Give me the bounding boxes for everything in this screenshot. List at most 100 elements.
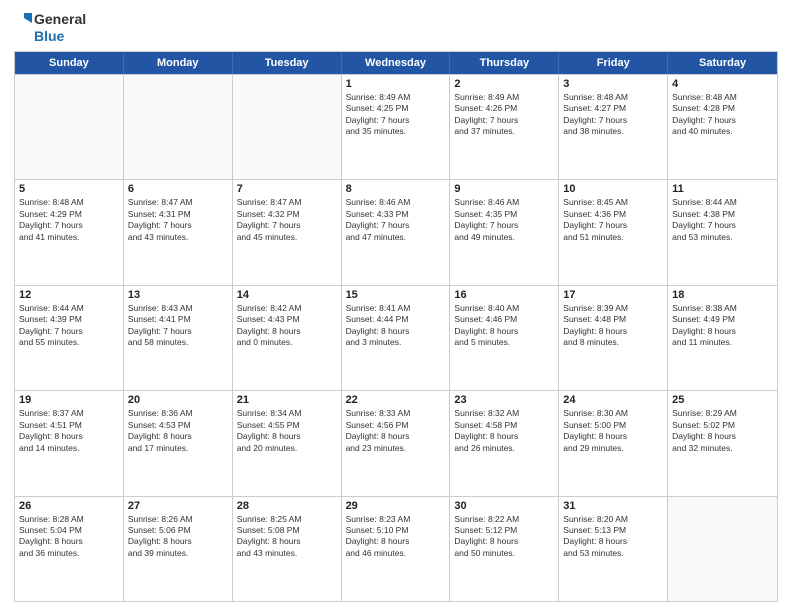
cal-cell-day: 16 Sunrise: 8:40 AM Sunset: 4:46 PM Dayli…: [450, 286, 559, 390]
cal-week-row: 26 Sunrise: 8:28 AM Sunset: 5:04 PM Dayli…: [15, 496, 777, 601]
cell-daylight-text: Sunrise: 8:40 AM Sunset: 4:46 PM Dayligh…: [454, 303, 554, 349]
day-number: 8: [346, 183, 446, 195]
header: General Blue: [14, 10, 778, 45]
cal-header-cell: Wednesday: [342, 52, 451, 74]
cal-cell-day: 26 Sunrise: 8:28 AM Sunset: 5:04 PM Dayli…: [15, 497, 124, 601]
day-number: 18: [672, 289, 773, 301]
cal-cell-day: 22 Sunrise: 8:33 AM Sunset: 4:56 PM Dayli…: [342, 391, 451, 495]
day-number: 16: [454, 289, 554, 301]
cal-cell-day: 13 Sunrise: 8:43 AM Sunset: 4:41 PM Dayli…: [124, 286, 233, 390]
day-number: 17: [563, 289, 663, 301]
cell-daylight-text: Sunrise: 8:47 AM Sunset: 4:31 PM Dayligh…: [128, 197, 228, 243]
day-number: 27: [128, 500, 228, 512]
day-number: 4: [672, 78, 773, 90]
cal-cell-day: 14 Sunrise: 8:42 AM Sunset: 4:43 PM Dayli…: [233, 286, 342, 390]
cell-daylight-text: Sunrise: 8:34 AM Sunset: 4:55 PM Dayligh…: [237, 408, 337, 454]
day-number: 23: [454, 394, 554, 406]
cal-cell-day: 11 Sunrise: 8:44 AM Sunset: 4:38 PM Dayli…: [668, 180, 777, 284]
cell-daylight-text: Sunrise: 8:48 AM Sunset: 4:29 PM Dayligh…: [19, 197, 119, 243]
cal-week-row: 5 Sunrise: 8:48 AM Sunset: 4:29 PM Daylig…: [15, 179, 777, 284]
cell-daylight-text: Sunrise: 8:48 AM Sunset: 4:28 PM Dayligh…: [672, 92, 773, 138]
cal-cell-day: 17 Sunrise: 8:39 AM Sunset: 4:48 PM Dayli…: [559, 286, 668, 390]
day-number: 29: [346, 500, 446, 512]
cal-cell-day: 28Sunrise: 8:25 AM Sunset: 5:08 PM Dayli…: [233, 497, 342, 601]
cell-daylight-text: Sunrise: 8:36 AM Sunset: 4:53 PM Dayligh…: [128, 408, 228, 454]
cal-cell-day: 31 Sunrise: 8:20 AM Sunset: 5:13 PM Dayli…: [559, 497, 668, 601]
cal-cell-day: 27 Sunrise: 8:26 AM Sunset: 5:06 PM Dayli…: [124, 497, 233, 601]
day-number: 22: [346, 394, 446, 406]
cell-daylight-text: Sunrise: 8:38 AM Sunset: 4:49 PM Dayligh…: [672, 303, 773, 349]
cell-daylight-text: Sunrise: 8:45 AM Sunset: 4:36 PM Dayligh…: [563, 197, 663, 243]
day-number: 30: [454, 500, 554, 512]
day-number: 2: [454, 78, 554, 90]
cal-cell-day: 5 Sunrise: 8:48 AM Sunset: 4:29 PM Daylig…: [15, 180, 124, 284]
cell-daylight-text: Sunrise: 8:26 AM Sunset: 5:06 PM Dayligh…: [128, 514, 228, 560]
cal-cell-day: 12 Sunrise: 8:44 AM Sunset: 4:39 PM Dayli…: [15, 286, 124, 390]
cal-cell-day: 8Sunrise: 8:46 AM Sunset: 4:33 PM Daylig…: [342, 180, 451, 284]
cal-week-row: 1Sunrise: 8:49 AM Sunset: 4:25 PM Daylig…: [15, 74, 777, 179]
cal-cell-empty: [668, 497, 777, 601]
cell-daylight-text: Sunrise: 8:32 AM Sunset: 4:58 PM Dayligh…: [454, 408, 554, 454]
calendar-body: 1Sunrise: 8:49 AM Sunset: 4:25 PM Daylig…: [15, 74, 777, 601]
cal-cell-day: 23 Sunrise: 8:32 AM Sunset: 4:58 PM Dayli…: [450, 391, 559, 495]
cell-daylight-text: Sunrise: 8:30 AM Sunset: 5:00 PM Dayligh…: [563, 408, 663, 454]
cell-daylight-text: Sunrise: 8:29 AM Sunset: 5:02 PM Dayligh…: [672, 408, 773, 454]
cal-week-row: 19 Sunrise: 8:37 AM Sunset: 4:51 PM Dayli…: [15, 390, 777, 495]
cal-header-cell: Thursday: [450, 52, 559, 74]
cell-daylight-text: Sunrise: 8:22 AM Sunset: 5:12 PM Dayligh…: [454, 514, 554, 560]
cell-daylight-text: Sunrise: 8:39 AM Sunset: 4:48 PM Dayligh…: [563, 303, 663, 349]
cell-daylight-text: Sunrise: 8:23 AM Sunset: 5:10 PM Dayligh…: [346, 514, 446, 560]
logo-general-text: General: [34, 11, 86, 28]
cell-daylight-text: Sunrise: 8:47 AM Sunset: 4:32 PM Dayligh…: [237, 197, 337, 243]
cell-daylight-text: Sunrise: 8:20 AM Sunset: 5:13 PM Dayligh…: [563, 514, 663, 560]
cell-daylight-text: Sunrise: 8:43 AM Sunset: 4:41 PM Dayligh…: [128, 303, 228, 349]
calendar-header-row: SundayMondayTuesdayWednesdayThursdayFrid…: [15, 52, 777, 74]
cal-week-row: 12 Sunrise: 8:44 AM Sunset: 4:39 PM Dayli…: [15, 285, 777, 390]
cal-cell-day: 15Sunrise: 8:41 AM Sunset: 4:44 PM Dayli…: [342, 286, 451, 390]
day-number: 24: [563, 394, 663, 406]
cal-cell-day: 30 Sunrise: 8:22 AM Sunset: 5:12 PM Dayli…: [450, 497, 559, 601]
logo-line1: General: [14, 10, 86, 28]
calendar: SundayMondayTuesdayWednesdayThursdayFrid…: [14, 51, 778, 602]
day-number: 28: [237, 500, 337, 512]
cal-cell-day: 19 Sunrise: 8:37 AM Sunset: 4:51 PM Dayli…: [15, 391, 124, 495]
cal-cell-day: 10 Sunrise: 8:45 AM Sunset: 4:36 PM Dayli…: [559, 180, 668, 284]
cell-daylight-text: Sunrise: 8:42 AM Sunset: 4:43 PM Dayligh…: [237, 303, 337, 349]
day-number: 26: [19, 500, 119, 512]
cal-cell-empty: [124, 75, 233, 179]
cal-cell-day: 25 Sunrise: 8:29 AM Sunset: 5:02 PM Dayli…: [668, 391, 777, 495]
day-number: 14: [237, 289, 337, 301]
cal-header-cell: Friday: [559, 52, 668, 74]
logo-blue-text: Blue: [34, 28, 64, 45]
cal-cell-empty: [15, 75, 124, 179]
cal-cell-day: 29 Sunrise: 8:23 AM Sunset: 5:10 PM Dayli…: [342, 497, 451, 601]
day-number: 6: [128, 183, 228, 195]
cell-daylight-text: Sunrise: 8:44 AM Sunset: 4:39 PM Dayligh…: [19, 303, 119, 349]
cell-daylight-text: Sunrise: 8:28 AM Sunset: 5:04 PM Dayligh…: [19, 514, 119, 560]
day-number: 31: [563, 500, 663, 512]
cal-header-cell: Tuesday: [233, 52, 342, 74]
day-number: 21: [237, 394, 337, 406]
cell-daylight-text: Sunrise: 8:49 AM Sunset: 4:26 PM Dayligh…: [454, 92, 554, 138]
cell-daylight-text: Sunrise: 8:44 AM Sunset: 4:38 PM Dayligh…: [672, 197, 773, 243]
cal-cell-day: 18 Sunrise: 8:38 AM Sunset: 4:49 PM Dayli…: [668, 286, 777, 390]
cal-cell-day: 21 Sunrise: 8:34 AM Sunset: 4:55 PM Dayli…: [233, 391, 342, 495]
cell-daylight-text: Sunrise: 8:33 AM Sunset: 4:56 PM Dayligh…: [346, 408, 446, 454]
day-number: 12: [19, 289, 119, 301]
day-number: 5: [19, 183, 119, 195]
day-number: 10: [563, 183, 663, 195]
cal-cell-empty: [233, 75, 342, 179]
day-number: 25: [672, 394, 773, 406]
day-number: 3: [563, 78, 663, 90]
cell-daylight-text: Sunrise: 8:37 AM Sunset: 4:51 PM Dayligh…: [19, 408, 119, 454]
day-number: 13: [128, 289, 228, 301]
logo-wordmark: General Blue: [14, 10, 86, 45]
logo: General Blue: [14, 10, 86, 45]
cal-cell-day: 4 Sunrise: 8:48 AM Sunset: 4:28 PM Daylig…: [668, 75, 777, 179]
cal-cell-day: 3Sunrise: 8:48 AM Sunset: 4:27 PM Daylig…: [559, 75, 668, 179]
cal-cell-day: 24 Sunrise: 8:30 AM Sunset: 5:00 PM Dayli…: [559, 391, 668, 495]
day-number: 19: [19, 394, 119, 406]
cell-daylight-text: Sunrise: 8:41 AM Sunset: 4:44 PM Dayligh…: [346, 303, 446, 349]
day-number: 11: [672, 183, 773, 195]
cal-cell-day: 1Sunrise: 8:49 AM Sunset: 4:25 PM Daylig…: [342, 75, 451, 179]
